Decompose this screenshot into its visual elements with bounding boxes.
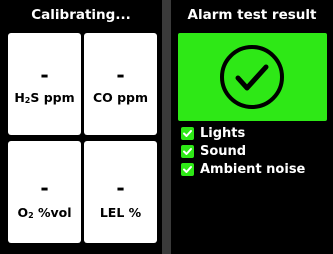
alarm-test-result-box bbox=[178, 33, 327, 121]
sensor-tile-h2s[interactable]: - H2S ppm bbox=[8, 33, 81, 135]
check-item-lights: Lights bbox=[181, 124, 331, 142]
sensor-value: - bbox=[116, 176, 125, 200]
check-circle-icon bbox=[220, 45, 284, 109]
sensor-tile-lel[interactable]: - LEL % bbox=[84, 141, 157, 243]
sensor-label: LEL % bbox=[99, 205, 142, 220]
alarm-check-list: Lights Sound Ambient noise bbox=[181, 124, 331, 178]
check-item-sound: Sound bbox=[181, 142, 331, 160]
check-label: Ambient noise bbox=[200, 161, 306, 177]
alarm-test-title: Alarm test result bbox=[187, 7, 317, 23]
sensor-label: H2S ppm bbox=[14, 90, 75, 105]
sensor-label: CO ppm bbox=[92, 90, 149, 105]
sensor-label: O2 %vol bbox=[17, 205, 72, 220]
checkbox-checked-icon bbox=[181, 126, 194, 140]
calibration-panel: Calibrating... - H2S ppm - CO ppm - O2 %… bbox=[0, 0, 162, 254]
alarm-test-panel: Alarm test result Lights Sound Ambient n… bbox=[171, 0, 333, 254]
checkbox-checked-icon bbox=[181, 162, 194, 176]
check-label: Sound bbox=[200, 143, 247, 159]
sensor-tile-co[interactable]: - CO ppm bbox=[84, 33, 157, 135]
sensor-value: - bbox=[116, 63, 125, 87]
sensor-value: - bbox=[40, 176, 49, 200]
check-item-ambient-noise: Ambient noise bbox=[181, 160, 331, 178]
sensor-value: - bbox=[40, 63, 49, 87]
checkbox-checked-icon bbox=[181, 144, 194, 158]
panel-divider bbox=[162, 0, 171, 254]
check-label: Lights bbox=[200, 125, 246, 141]
sensor-tile-o2[interactable]: - O2 %vol bbox=[8, 141, 81, 243]
calibration-title: Calibrating... bbox=[31, 7, 131, 23]
